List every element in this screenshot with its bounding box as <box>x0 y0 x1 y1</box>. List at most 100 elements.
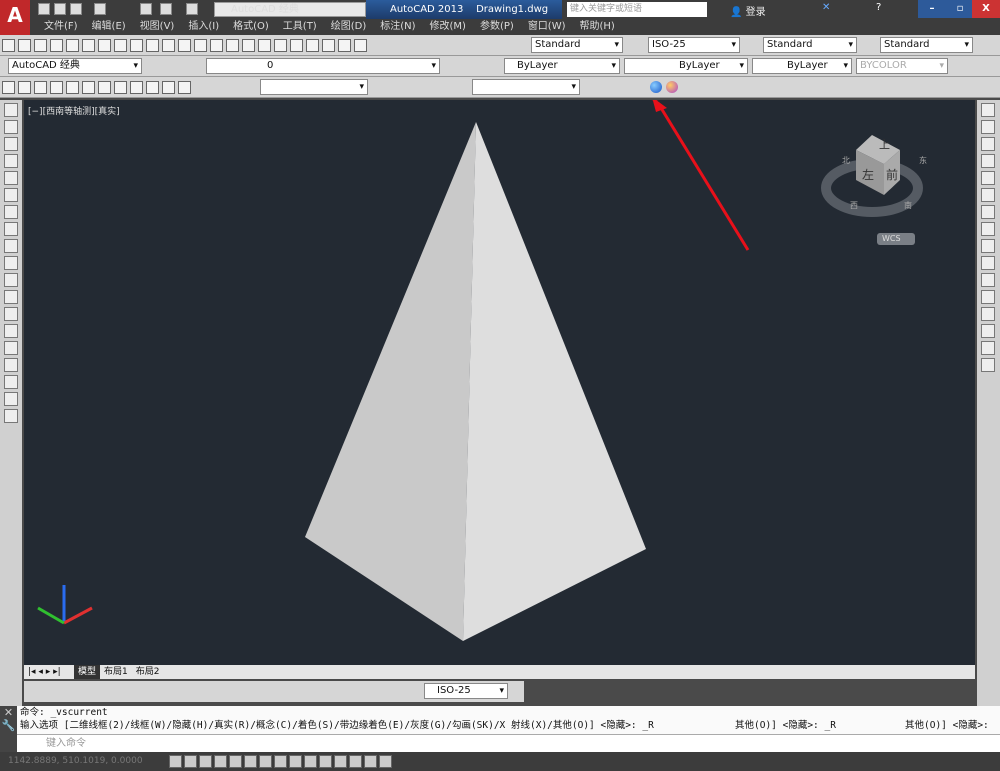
color-select[interactable]: ByLayer <box>504 58 620 74</box>
preview-icon[interactable] <box>66 39 79 52</box>
command-close-button[interactable]: ✕ 🔧 <box>0 706 17 752</box>
application-menu-button[interactable]: A <box>0 0 30 36</box>
exchange-icon[interactable]: ✕ <box>822 2 830 13</box>
arc-icon[interactable] <box>4 188 18 202</box>
grid-icon[interactable] <box>199 755 212 768</box>
move-icon[interactable] <box>981 188 995 202</box>
login-button[interactable]: 👤 登录 <box>730 3 766 18</box>
dim-style-select[interactable]: ISO-25 <box>424 683 508 699</box>
minimize-button[interactable]: – <box>918 0 946 18</box>
front-view-icon[interactable] <box>82 81 95 94</box>
tool-palettes-icon[interactable] <box>290 39 303 52</box>
menu-view[interactable]: 视图(V) <box>140 19 175 35</box>
spline-icon[interactable] <box>4 239 18 253</box>
otrack-icon[interactable] <box>274 755 287 768</box>
table-icon[interactable] <box>4 392 18 406</box>
undo-icon[interactable] <box>160 3 172 15</box>
redo-icon[interactable] <box>186 3 198 15</box>
tab-model[interactable]: 模型 <box>74 665 101 679</box>
snap-icon[interactable] <box>184 755 197 768</box>
saveas-icon[interactable] <box>94 3 106 15</box>
tab-layout1[interactable]: 布局1 <box>100 665 132 679</box>
tab-navigation-arrows[interactable]: |◂ ◂ ▸ ▸| <box>24 665 74 679</box>
workspace-select[interactable]: AutoCAD 经典 <box>8 58 142 74</box>
lwt-icon[interactable] <box>319 755 332 768</box>
pan-icon[interactable] <box>194 39 207 52</box>
copy-icon[interactable] <box>981 120 995 134</box>
join-icon[interactable] <box>981 307 995 321</box>
fillet-icon[interactable] <box>981 341 995 355</box>
right-view-icon[interactable] <box>66 81 79 94</box>
scale-icon[interactable] <box>981 222 995 236</box>
left-view-icon[interactable] <box>50 81 63 94</box>
polygon-icon[interactable] <box>4 154 18 168</box>
extend-icon[interactable] <box>981 273 995 287</box>
tpy-icon[interactable] <box>334 755 347 768</box>
bottom-view-icon[interactable] <box>34 81 47 94</box>
design-center-icon[interactable] <box>274 39 287 52</box>
osnap-icon[interactable] <box>244 755 257 768</box>
view-select[interactable] <box>260 79 368 95</box>
wcs-label[interactable]: WCS <box>882 234 901 243</box>
break-icon[interactable] <box>981 290 995 304</box>
viewcube-front-label[interactable]: 前 <box>886 166 898 183</box>
line-icon[interactable] <box>4 103 18 117</box>
ellipse-icon[interactable] <box>4 256 18 270</box>
search-input[interactable]: 键入关键字或短语 <box>567 2 707 17</box>
top-view-icon[interactable] <box>18 81 31 94</box>
compass-south[interactable]: 南 <box>904 200 912 211</box>
new-icon[interactable] <box>38 3 50 15</box>
menu-edit[interactable]: 编辑(E) <box>92 19 126 35</box>
compass-east[interactable]: 东 <box>919 155 927 166</box>
matchprop-icon[interactable] <box>146 39 159 52</box>
ortho-icon[interactable] <box>214 755 227 768</box>
dyn-icon[interactable] <box>304 755 317 768</box>
qp-icon[interactable] <box>349 755 362 768</box>
save-icon[interactable] <box>70 3 82 15</box>
maximize-button[interactable]: ▫ <box>946 0 974 18</box>
publish-icon[interactable] <box>82 39 95 52</box>
menu-dimension[interactable]: 标注(N) <box>380 19 415 35</box>
revcloud-icon[interactable] <box>4 222 18 236</box>
drawing-viewport[interactable]: [−][西南等轴测][真实] 上 左 前 东 西 南 北 WCS <box>24 100 975 665</box>
infer-icon[interactable] <box>169 755 182 768</box>
rotate-icon[interactable] <box>981 205 995 219</box>
ellipse-arc-icon[interactable] <box>4 273 18 287</box>
cut-icon[interactable] <box>98 39 111 52</box>
compass-north[interactable]: 北 <box>842 155 850 166</box>
chamfer-icon[interactable] <box>981 324 995 338</box>
open-icon[interactable] <box>18 39 31 52</box>
save-icon[interactable] <box>34 39 47 52</box>
menu-insert[interactable]: 插入(I) <box>188 19 219 35</box>
offset-icon[interactable] <box>981 154 995 168</box>
erase-icon[interactable] <box>981 103 995 117</box>
mirror-icon[interactable] <box>981 137 995 151</box>
zoom-window-icon[interactable] <box>226 39 239 52</box>
new-icon[interactable] <box>2 39 15 52</box>
ducs-icon[interactable] <box>289 755 302 768</box>
close-button[interactable]: X <box>972 0 1000 18</box>
explode-icon[interactable] <box>981 358 995 372</box>
help-icon[interactable]: ? <box>876 2 881 13</box>
named-view-select[interactable] <box>472 79 580 95</box>
sw-iso-icon[interactable] <box>114 81 127 94</box>
sheetset-icon[interactable] <box>306 39 319 52</box>
array-icon[interactable] <box>981 171 995 185</box>
menu-modify[interactable]: 修改(M) <box>430 19 466 35</box>
named-views-icon[interactable] <box>2 81 15 94</box>
menu-format[interactable]: 格式(O) <box>233 19 269 35</box>
menu-help[interactable]: 帮助(H) <box>580 19 615 35</box>
print-icon[interactable] <box>140 3 152 15</box>
zoom-previous-icon[interactable] <box>242 39 255 52</box>
3dosnap-icon[interactable] <box>259 755 272 768</box>
table-style-select[interactable]: Standard <box>763 37 857 53</box>
mtext-icon[interactable] <box>4 409 18 423</box>
region-icon[interactable] <box>4 375 18 389</box>
stretch-icon[interactable] <box>981 239 995 253</box>
back-view-icon[interactable] <box>98 81 111 94</box>
calculator-icon[interactable] <box>338 39 351 52</box>
make-block-icon[interactable] <box>4 307 18 321</box>
copy-icon[interactable] <box>114 39 127 52</box>
viewcube-top-label[interactable]: 上 <box>879 136 890 152</box>
hatch-icon[interactable] <box>4 341 18 355</box>
